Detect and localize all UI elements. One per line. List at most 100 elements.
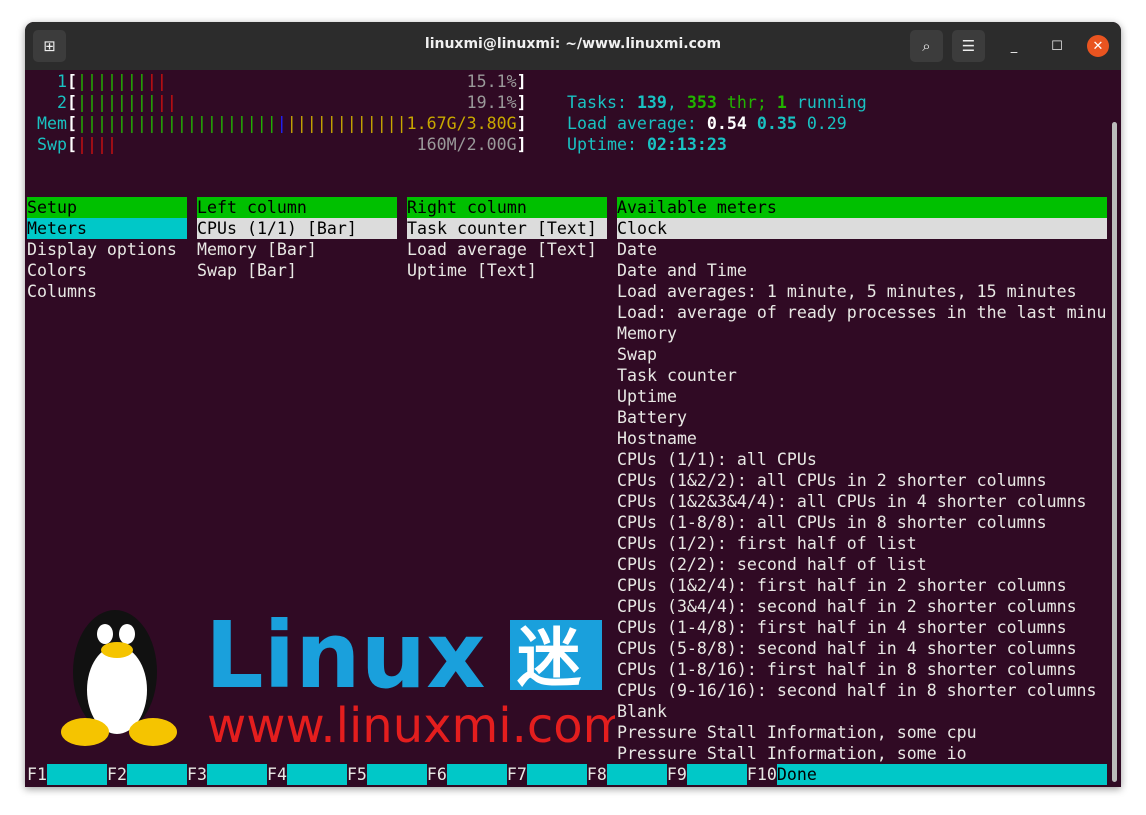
right-column-meter[interactable]: Load average [Text]: [407, 239, 607, 260]
menu-button[interactable]: ☰: [952, 30, 985, 62]
available-meter-label: Pressure Stall Information, some cpu: [617, 723, 977, 742]
function-key-f7[interactable]: F7: [507, 764, 587, 785]
function-key-f4[interactable]: F4: [266, 764, 347, 785]
available-meter[interactable]: CPUs (1-8/8): all CPUs in 8 shorter colu…: [617, 512, 1107, 533]
available-meter[interactable]: Date: [617, 239, 1107, 260]
setup-item[interactable]: Colors: [27, 260, 187, 281]
available-meter[interactable]: Date and Time: [617, 260, 1107, 281]
close-button[interactable]: ✕: [1087, 35, 1109, 57]
mem-meter: Mem[|||||||||||||||||||||||||||||||||1.6…: [27, 113, 527, 134]
running-count: 1: [776, 93, 787, 112]
available-meter[interactable]: Hostname: [617, 428, 1107, 449]
terminal-content[interactable]: Tasks: 139, 353 thr; 1 running Load aver…: [25, 70, 1121, 787]
uptime-label: Uptime:: [567, 135, 647, 154]
available-meter[interactable]: CPUs (1&2&3&4/4): all CPUs in 4 shorter …: [617, 491, 1107, 512]
tasks-count: 139: [636, 93, 667, 112]
available-meter[interactable]: CPUs (9-16/16): second half in 8 shorter…: [617, 680, 1107, 701]
available-meter[interactable]: CPUs (5-8/8): second half in 4 shorter c…: [617, 638, 1107, 659]
left-column-header: Left column: [197, 197, 397, 218]
bracket: ]: [516, 135, 527, 154]
meter-value: 19.1%: [466, 93, 517, 112]
available-meter-label: CPUs (1/1): all CPUs: [617, 450, 817, 469]
available-meter[interactable]: CPUs (1-8/16): first half in 8 shorter c…: [617, 659, 1107, 680]
available-meter[interactable]: Uptime: [617, 386, 1107, 407]
thr-label: thr;: [716, 93, 777, 112]
available-meter[interactable]: CPUs (1&2/2): all CPUs in 2 shorter colu…: [617, 470, 1107, 491]
available-meter[interactable]: CPUs (1/2): first half of list: [617, 533, 1107, 554]
function-key-f8[interactable]: F8: [586, 764, 667, 785]
scrollbar[interactable]: [1112, 122, 1117, 782]
left-column-meter-label: CPUs (1/1) [Bar]: [197, 218, 397, 239]
function-key-name: F5: [346, 765, 367, 784]
setup-item-label: Columns: [27, 282, 97, 301]
function-key-label: [446, 764, 507, 785]
function-key-f9[interactable]: F9: [666, 764, 747, 785]
available-meter[interactable]: CPUs (3&4/4): second half in 2 shorter c…: [617, 596, 1107, 617]
available-meter[interactable]: Swap: [617, 344, 1107, 365]
available-meter-label: Load: average of ready processes in the …: [617, 303, 1107, 322]
meter-bar-green: ||||||||||||||||||||: [76, 114, 277, 133]
right-column-header-label: Right column: [407, 197, 607, 218]
bracket: ]: [516, 114, 527, 133]
function-key-f1[interactable]: F1: [27, 764, 107, 785]
function-key-f5[interactable]: F5: [346, 764, 427, 785]
available-meter[interactable]: Pressure Stall Information, some io: [617, 743, 1107, 764]
available-meter[interactable]: CPUs (1/1): all CPUs: [617, 449, 1107, 470]
setup-item[interactable]: Meters: [27, 218, 187, 239]
left-column-meter[interactable]: CPUs (1/1) [Bar]: [197, 218, 397, 239]
function-key-f6[interactable]: F6: [427, 764, 507, 785]
available-meter[interactable]: Pressure Stall Information, some cpu: [617, 722, 1107, 743]
setup-item[interactable]: Display options: [27, 239, 187, 260]
function-key-name: F8: [586, 765, 607, 784]
available-meter[interactable]: Memory: [617, 323, 1107, 344]
left-column-header-label: Left column: [197, 197, 397, 218]
function-key-name: F9: [666, 765, 687, 784]
available-meter-label: Battery: [617, 408, 687, 427]
function-key-f10[interactable]: F10Done: [747, 764, 1107, 785]
available-meter[interactable]: Task counter: [617, 365, 1107, 386]
available-meter-label: Swap: [617, 345, 657, 364]
bracket: [: [66, 93, 77, 112]
available-meter[interactable]: CPUs (2/2): second half of list: [617, 554, 1107, 575]
available-meter-label: CPUs (2/2): second half of list: [617, 555, 927, 574]
function-key-label: [206, 764, 267, 785]
meter-bar-yellow: ||||||||||||: [286, 114, 407, 133]
bracket: [: [66, 135, 77, 154]
available-meter[interactable]: CPUs (1&2/4): first half in 2 shorter co…: [617, 575, 1107, 596]
right-column-meter[interactable]: Task counter [Text]: [407, 218, 607, 239]
right-column-header: Right column: [407, 197, 607, 218]
function-key-f3[interactable]: F3: [187, 764, 267, 785]
setup-item[interactable]: Columns: [27, 281, 187, 302]
close-icon: ✕: [1092, 38, 1104, 54]
swp-meter: Swp[|||| 160M/2.00G]: [27, 134, 527, 155]
cpu1-meter: 1[||||||||| 15.1%]: [27, 71, 527, 92]
cpu2-meter: 2[|||||||||| 19.1%]: [27, 92, 527, 113]
left-column-meter[interactable]: Memory [Bar]: [197, 239, 397, 260]
hamburger-icon: ☰: [961, 37, 976, 55]
available-meter-label: Date and Time: [617, 261, 747, 280]
available-meter[interactable]: Load averages: 1 minute, 5 minutes, 15 m…: [617, 281, 1107, 302]
meter-bar-blue: |: [276, 114, 287, 133]
available-meter[interactable]: Blank: [617, 701, 1107, 722]
available-meter[interactable]: Load: average of ready processes in the …: [617, 302, 1107, 323]
function-key-name: F4: [266, 765, 287, 784]
available-meter-label: CPUs (1-8/8): all CPUs in 8 shorter colu…: [617, 513, 1047, 532]
function-key-f2[interactable]: F2: [107, 764, 187, 785]
left-column-meter[interactable]: Swap [Bar]: [197, 260, 397, 281]
available-meter[interactable]: Battery: [617, 407, 1107, 428]
bracket: ]: [516, 72, 527, 91]
right-column-meter[interactable]: Uptime [Text]: [407, 260, 607, 281]
maximize-icon: ☐: [1051, 38, 1063, 54]
maximize-button[interactable]: ☐: [1046, 35, 1068, 57]
minimize-button[interactable]: _: [1003, 35, 1025, 57]
function-key-bar: F1 F2 F3 F4 F5 F6 F7 F8 F9 F10Done: [27, 764, 1107, 785]
available-meter[interactable]: Clock: [617, 218, 1107, 239]
load-5: 0.35: [756, 114, 797, 133]
load-15: 0.29: [806, 114, 847, 133]
available-meters-header-label: Available meters: [617, 197, 1107, 218]
title-bar: ⊞ linuxmi@linuxmi: ~/www.linuxmi.com ⌕ ☰…: [25, 22, 1121, 70]
sep: ,: [666, 93, 687, 112]
available-meter[interactable]: CPUs (1-4/8): first half in 4 shorter co…: [617, 617, 1107, 638]
search-button[interactable]: ⌕: [910, 30, 943, 62]
pad: [177, 93, 467, 112]
